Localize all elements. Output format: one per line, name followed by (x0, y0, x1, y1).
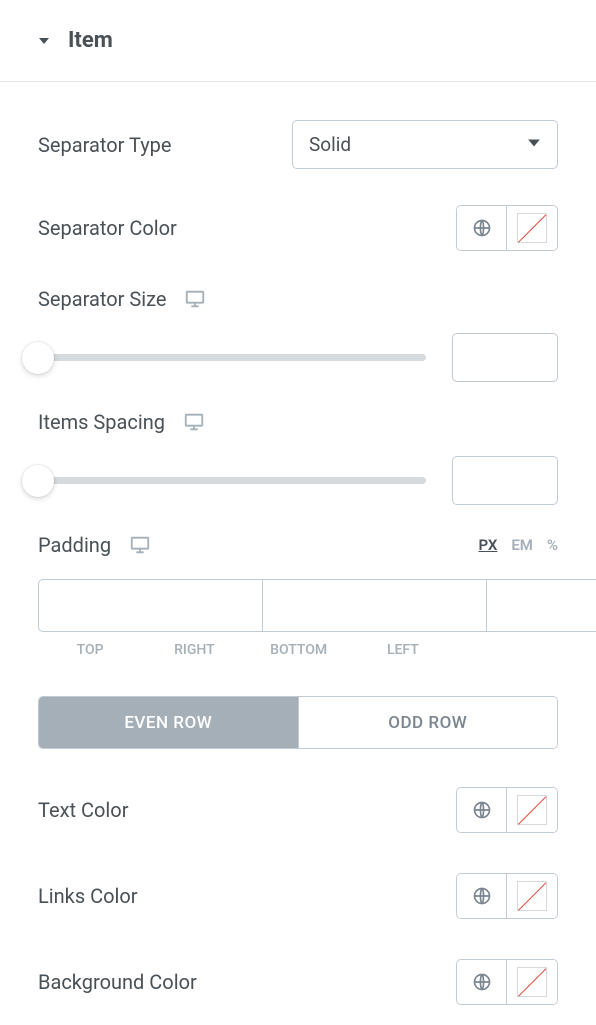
even-row-tab[interactable]: EVEN ROW (39, 697, 299, 748)
caret-down-icon (38, 35, 50, 47)
chevron-down-icon (527, 135, 541, 154)
padding-top-input[interactable] (38, 579, 262, 632)
text-color-control (456, 787, 558, 833)
links-color-label: Links Color (38, 884, 138, 908)
color-swatch-none-icon (517, 881, 547, 911)
global-color-button[interactable] (457, 960, 507, 1004)
links-color-row: Links Color (38, 853, 558, 939)
padding-right-label: RIGHT (142, 642, 246, 658)
separator-size-input[interactable] (452, 333, 558, 382)
separator-size-section: Separator Size (38, 269, 558, 392)
separator-color-control (456, 205, 558, 251)
text-color-row: Text Color (38, 767, 558, 853)
separator-size-label-row: Separator Size (38, 287, 558, 311)
global-color-button[interactable] (457, 206, 507, 250)
separator-size-slider[interactable] (38, 354, 426, 361)
items-spacing-label-row: Items Spacing (38, 410, 558, 434)
padding-side-labels: TOP RIGHT BOTTOM LEFT (38, 642, 558, 658)
section-header[interactable]: Item (0, 0, 596, 82)
background-color-label: Background Color (38, 970, 197, 994)
separator-size-label: Separator Size (38, 287, 166, 311)
padding-top-label: TOP (38, 642, 142, 658)
slider-thumb[interactable] (22, 465, 54, 497)
background-color-control (456, 959, 558, 1005)
color-picker-button[interactable] (507, 206, 557, 250)
global-color-button[interactable] (457, 788, 507, 832)
desktop-icon[interactable] (183, 411, 205, 433)
global-color-button[interactable] (457, 874, 507, 918)
items-spacing-section: Items Spacing (38, 392, 558, 515)
slider-thumb[interactable] (22, 342, 54, 374)
section-title: Item (68, 28, 113, 53)
items-spacing-input[interactable] (452, 456, 558, 505)
unit-em[interactable]: EM (511, 536, 533, 554)
spacer (455, 642, 558, 658)
padding-inputs (38, 579, 558, 632)
color-swatch-none-icon (517, 213, 547, 243)
padding-label-row: Padding (38, 533, 151, 557)
background-color-row: Background Color (38, 939, 558, 1025)
separator-type-value: Solid (309, 133, 351, 156)
odd-row-tab[interactable]: ODD ROW (299, 697, 558, 748)
text-color-label: Text Color (38, 798, 128, 822)
padding-header: Padding PX EM % (38, 533, 558, 557)
separator-color-label: Separator Color (38, 216, 177, 240)
color-swatch-none-icon (517, 967, 547, 997)
separator-color-row: Separator Color (38, 187, 558, 269)
separator-type-select[interactable]: Solid (292, 120, 558, 169)
items-spacing-slider[interactable] (38, 477, 426, 484)
items-spacing-label: Items Spacing (38, 410, 165, 434)
padding-section: Padding PX EM % TOP RIGHT BO (38, 515, 558, 658)
unit-pct[interactable]: % (547, 536, 558, 554)
unit-selector: PX EM % (479, 536, 559, 554)
panel-body: Separator Type Solid Separator Color Sep… (0, 82, 596, 1025)
separator-type-row: Separator Type Solid (38, 102, 558, 187)
padding-right-input[interactable] (262, 579, 486, 632)
unit-px[interactable]: PX (479, 536, 498, 554)
row-toggle: EVEN ROW ODD ROW (38, 696, 558, 749)
color-picker-button[interactable] (507, 960, 557, 1004)
padding-bottom-input[interactable] (486, 579, 596, 632)
padding-left-label: LEFT (351, 642, 455, 658)
padding-bottom-label: BOTTOM (247, 642, 351, 658)
color-picker-button[interactable] (507, 874, 557, 918)
separator-size-slider-row (38, 333, 558, 382)
padding-label: Padding (38, 533, 111, 557)
separator-type-label: Separator Type (38, 133, 172, 157)
desktop-icon[interactable] (129, 534, 151, 556)
color-swatch-none-icon (517, 795, 547, 825)
items-spacing-slider-row (38, 456, 558, 505)
color-picker-button[interactable] (507, 788, 557, 832)
links-color-control (456, 873, 558, 919)
desktop-icon[interactable] (184, 288, 206, 310)
